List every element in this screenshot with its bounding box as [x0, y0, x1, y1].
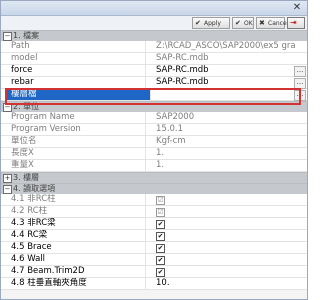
checkbox[interactable]: ✔ [156, 232, 165, 241]
property-value[interactable]: SAP-RC.mdb [156, 77, 296, 88]
property-name: 4.3 非RC梁 [1, 218, 146, 229]
property-value: Z:\RCAD_ASCO\SAP2000\ex5 grains\ [156, 41, 296, 51]
checkbox[interactable]: ✔ [156, 220, 165, 229]
property-name: 4.2 RC柱 [1, 206, 146, 217]
property-value: Kgf-cm [156, 136, 186, 146]
property-name: 4.6 Wall [1, 254, 146, 265]
exit-icon: ⇥ [290, 18, 297, 27]
property-row-model[interactable]: model SAP-RC.mdb [1, 53, 307, 65]
selection-highlight-frame [5, 88, 301, 105]
property-row-beam-trim2d[interactable]: 4.7 Beam.Trim2D ✔ [1, 266, 307, 278]
property-row-unit-name[interactable]: 單位名 Kgf-cm [1, 136, 307, 148]
properties-window: ✕ ✔ Apply ✔ OK ✖ Cancel ⇥ − 1. 檔案 Path Z… [0, 0, 308, 300]
property-name: force [1, 65, 146, 76]
category-files[interactable]: − 1. 檔案 [1, 30, 307, 41]
check-icon: ✔ [235, 19, 241, 27]
property-row-non-rc-column[interactable]: 4.1 非RC柱 ☑ [1, 194, 307, 206]
browse-button[interactable]: ... [294, 66, 306, 77]
property-name: 重量X [1, 160, 146, 171]
cancel-icon: ✖ [259, 19, 265, 27]
property-name: model [1, 53, 146, 64]
close-icon[interactable]: ✕ [290, 3, 304, 13]
property-name: Program Name [1, 112, 146, 123]
category-label: 1. 檔案 [13, 31, 40, 40]
property-name: 4.1 非RC柱 [1, 194, 146, 205]
apply-label: Apply [204, 20, 221, 27]
property-row-wall[interactable]: 4.6 Wall ✔ [1, 254, 307, 266]
collapse-icon[interactable]: − [3, 185, 12, 194]
checkbox[interactable]: ☑ [156, 196, 165, 205]
collapse-icon[interactable]: − [3, 32, 12, 41]
category-floors[interactable]: + 3. 樓層 [1, 172, 307, 183]
property-value: 1. [156, 148, 165, 158]
property-name: rebar [1, 77, 146, 88]
exit-button[interactable]: ⇥ [287, 17, 305, 29]
checkbox[interactable]: ✔ [156, 244, 165, 253]
property-value: SAP-RC.mdb [156, 53, 209, 63]
checkbox[interactable]: ✔ [156, 256, 165, 265]
cancel-button[interactable]: ✖ Cancel [256, 17, 289, 29]
property-name: 4.5 Brace [1, 242, 146, 253]
category-read-options[interactable]: − 4. 讀取選項 [1, 183, 307, 194]
property-name: 4.7 Beam.Trim2D [1, 266, 146, 277]
apply-icon: ✔ [195, 19, 201, 27]
ok-label: OK [244, 20, 253, 27]
property-row-program-name[interactable]: Program Name SAP2000 [1, 112, 307, 124]
property-row-non-rc-beam[interactable]: 4.3 非RC梁 ✔ [1, 218, 307, 230]
cancel-label: Cancel [268, 20, 289, 27]
property-value: 1. [156, 160, 165, 170]
category-label: 3. 樓層 [13, 173, 40, 182]
property-row-rc-column[interactable]: 4.2 RC柱 ☑ [1, 206, 307, 218]
property-name: Program Version [1, 124, 146, 135]
ok-button[interactable]: ✔ OK [232, 17, 254, 29]
property-row-path[interactable]: Path Z:\RCAD_ASCO\SAP2000\ex5 grains\ [1, 41, 307, 53]
checkbox[interactable]: ☑ [156, 208, 165, 217]
property-grid: − 1. 檔案 Path Z:\RCAD_ASCO\SAP2000\ex5 gr… [1, 30, 307, 290]
property-value: 15.0.1 [156, 124, 184, 134]
property-row-column-angle[interactable]: 4.8 柱垂直軸夾角度 10. [1, 278, 307, 290]
property-value[interactable]: 10. [156, 278, 296, 289]
property-name: Path [1, 41, 146, 52]
property-name: 4.4 RC梁 [1, 230, 146, 241]
expand-icon[interactable]: + [3, 174, 12, 183]
property-row-force[interactable]: force SAP-RC.mdb ... [1, 65, 307, 77]
checkbox[interactable]: ✔ [156, 268, 165, 277]
property-row-program-version[interactable]: Program Version 15.0.1 [1, 124, 307, 136]
toolbar: ✔ Apply ✔ OK ✖ Cancel ⇥ [1, 16, 307, 30]
property-row-weight-x[interactable]: 重量X 1. [1, 160, 307, 172]
category-label: 4. 讀取選項 [13, 184, 56, 193]
property-value: SAP2000 [156, 112, 195, 122]
title-bar: ✕ [1, 1, 307, 16]
property-value[interactable]: SAP-RC.mdb [156, 65, 296, 76]
property-name: 單位名 [1, 136, 146, 147]
property-name: 4.8 柱垂直軸夾角度 [1, 278, 146, 289]
property-row-brace[interactable]: 4.5 Brace ✔ [1, 242, 307, 254]
apply-button[interactable]: ✔ Apply [192, 17, 230, 29]
property-row-rc-beam[interactable]: 4.4 RC梁 ✔ [1, 230, 307, 242]
property-row-length-x[interactable]: 長度X 1. [1, 148, 307, 160]
property-name: 長度X [1, 148, 146, 159]
